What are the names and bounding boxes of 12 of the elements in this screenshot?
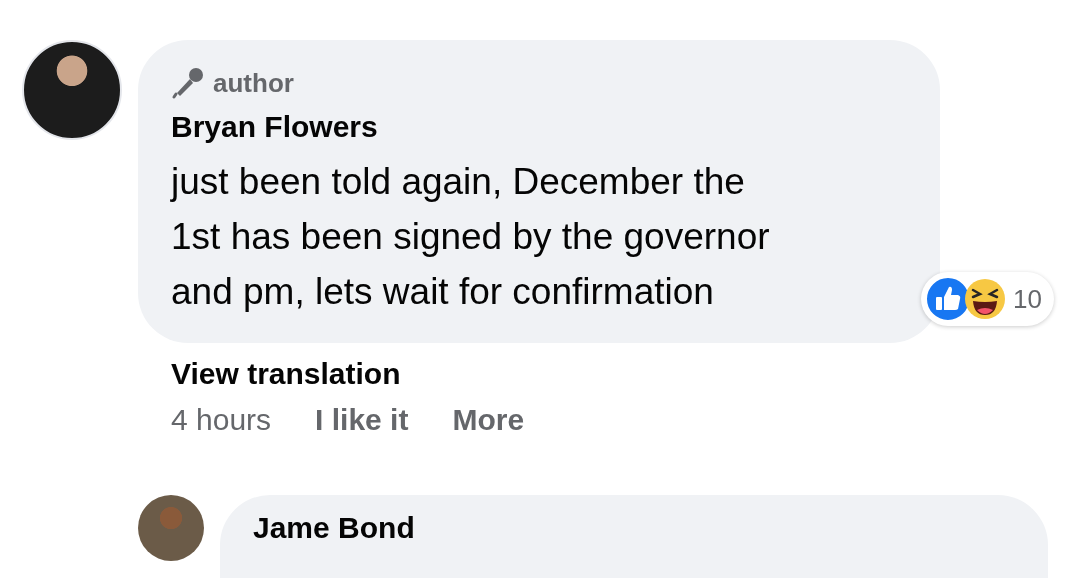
author-label: author: [213, 67, 294, 99]
view-translation-link[interactable]: View translation: [171, 357, 401, 391]
comment-time: 4 hours: [171, 403, 272, 437]
comment-action-link[interactable]: More: [452, 403, 525, 437]
reactions-badge[interactable]: 10: [921, 272, 1054, 326]
author-name[interactable]: Bryan Flowers: [171, 110, 880, 144]
comment-action-link[interactable]: I like it: [315, 403, 409, 437]
comment-text: just been told again, December the 1st has been signed by the governor and pm, lets wait for confirmation: [171, 160, 771, 314]
microphone-icon: [171, 66, 205, 100]
author-name[interactable]: Jame Bond: [253, 511, 1015, 545]
laughing-emoji-icon: [963, 276, 1008, 322]
reaction-count: 10: [1013, 283, 1042, 315]
